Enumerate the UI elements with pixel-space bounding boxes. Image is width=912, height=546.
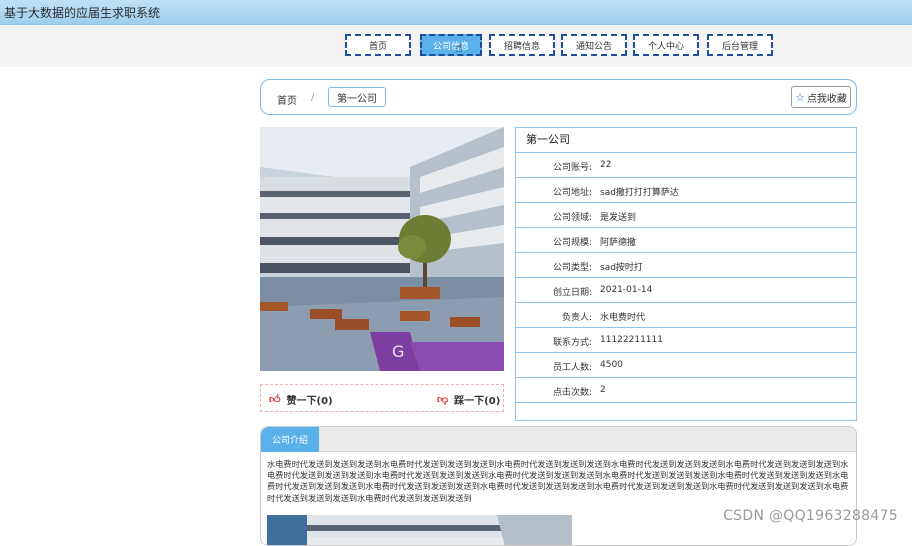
app-header: 基于大数据的应届生求职系统 <box>0 0 912 25</box>
breadcrumb-separator: / <box>311 92 315 103</box>
info-value: 22 <box>600 160 612 170</box>
info-label: 创立日期: <box>552 288 592 298</box>
company-photo: G <box>260 127 504 371</box>
hand-cursor-icon: ☝ <box>455 41 463 56</box>
thumbs-down-icon: 👎︎ <box>437 393 449 406</box>
info-row: 联系方式: 11122211111 <box>516 328 856 353</box>
like-button[interactable]: 👍︎ 赞一下(0) <box>269 392 333 407</box>
info-value: 2021-01-14 <box>600 285 653 295</box>
info-label: 公司账号: <box>552 163 592 173</box>
breadcrumb: 首页 / 第一公司 ☆ 点我收藏 <box>260 79 857 115</box>
breadcrumb-home-link[interactable]: 首页 <box>277 92 297 107</box>
info-value: 2 <box>600 385 606 395</box>
star-outline-icon: ☆ <box>795 90 805 104</box>
info-row: 公司地址: sad撒打打打算萨达 <box>516 178 856 203</box>
info-row: 员工人数: 4500 <box>516 353 856 378</box>
like-label: 赞一下(0) <box>286 396 333 407</box>
favorite-label: 点我收藏 <box>806 93 847 105</box>
nav-item-admin[interactable]: 后台管理 <box>707 34 773 56</box>
nav-item-home[interactable]: 首页 <box>345 34 411 56</box>
info-label: 公司规模: <box>552 238 592 248</box>
nav-item-notices[interactable]: 通知公告 <box>561 34 627 56</box>
vote-bar: 👍︎ 赞一下(0) 👎︎ 踩一下(0) <box>260 384 504 412</box>
intro-photo <box>267 515 572 545</box>
dislike-label: 踩一下(0) <box>454 396 501 407</box>
info-value: 11122211111 <box>600 335 663 345</box>
company-name: 第一公司 <box>516 128 856 153</box>
info-label: 公司类型: <box>552 263 592 273</box>
info-row: 负责人: 水电费时代 <box>516 303 856 328</box>
info-value: sad按时打 <box>600 263 643 273</box>
info-row: 公司规模: 阿萨德撒 <box>516 228 856 253</box>
thumbs-up-icon: 👍︎ <box>269 393 281 406</box>
company-info-table: 第一公司 公司账号: 22 公司地址: sad撒打打打算萨达 公司领域: 是发送… <box>515 127 857 421</box>
info-value: 4500 <box>600 360 623 370</box>
tab-company-intro[interactable]: 公司介绍 <box>261 427 319 452</box>
info-label: 负责人: <box>561 313 592 323</box>
svg-text:G: G <box>392 342 404 361</box>
intro-tabbar: 公司介绍 <box>261 427 856 452</box>
info-row: 公司领域: 是发送到 <box>516 203 856 228</box>
info-label: 公司地址: <box>552 188 592 198</box>
info-label: 联系方式: <box>552 338 592 348</box>
info-row-empty <box>516 403 856 420</box>
dislike-button[interactable]: 👎︎ 踩一下(0) <box>437 392 500 407</box>
breadcrumb-current: 第一公司 <box>328 87 386 107</box>
info-label: 点击次数: <box>552 388 592 398</box>
company-intro-panel: 公司介绍 水电费时代发送到发送到发送到水电费时代发送到发送到发送到水电费时代发送… <box>260 426 857 546</box>
company-intro-text: 水电费时代发送到发送到发送到水电费时代发送到发送到发送到水电费时代发送到发送到发… <box>267 459 849 503</box>
info-value: 阿萨德撒 <box>600 238 637 248</box>
info-row: 创立日期: 2021-01-14 <box>516 278 856 303</box>
info-row: 公司账号: 22 <box>516 153 856 178</box>
info-value: sad撒打打打算萨达 <box>600 188 679 198</box>
nav-item-jobs[interactable]: 招聘信息 <box>489 34 555 56</box>
app-title: 基于大数据的应届生求职系统 <box>4 6 161 20</box>
nav-item-company[interactable]: 公司信息 <box>420 34 482 56</box>
info-label: 员工人数: <box>552 363 592 373</box>
info-value: 是发送到 <box>600 213 637 223</box>
info-row: 公司类型: sad按时打 <box>516 253 856 278</box>
watermark: CSDN @QQ1963288475 <box>723 508 898 524</box>
favorite-button[interactable]: ☆ 点我收藏 <box>791 86 851 108</box>
info-value: 水电费时代 <box>600 313 646 323</box>
info-row: 点击次数: 2 <box>516 378 856 403</box>
nav-item-profile[interactable]: 个人中心 <box>633 34 699 56</box>
info-label: 公司领域: <box>552 213 592 223</box>
